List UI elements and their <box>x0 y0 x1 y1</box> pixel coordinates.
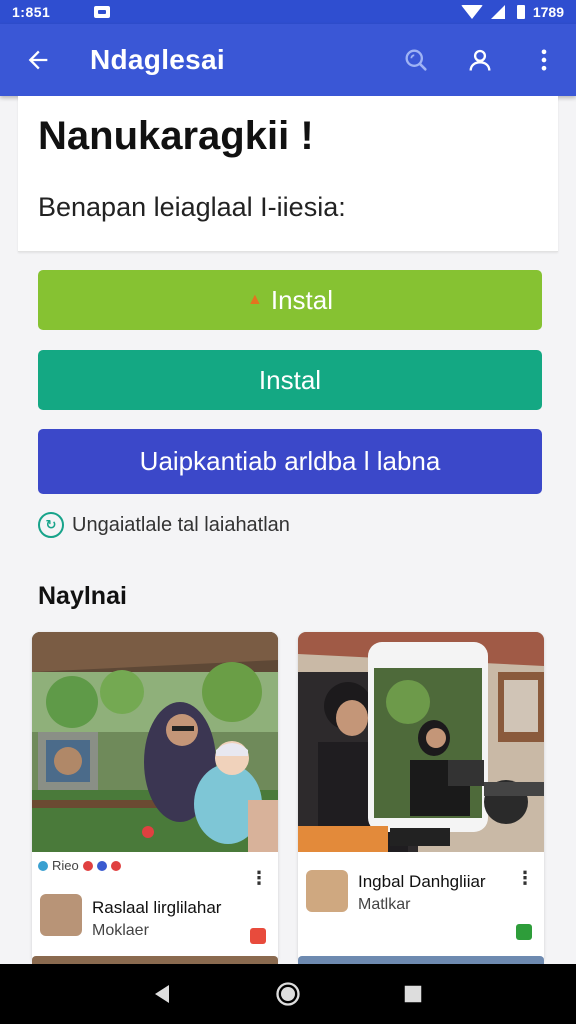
card-app-sub: Matlkar <box>358 896 411 913</box>
account-button[interactable] <box>448 24 512 96</box>
tag-dot-icon <box>96 860 107 871</box>
more-options-button[interactable] <box>512 24 576 96</box>
app-bar-title: Ndaglesai <box>90 44 225 75</box>
section-title: Naylnai <box>38 582 127 610</box>
app-bar: Ndaglesai <box>0 24 576 96</box>
status-right: 1789 <box>460 4 564 20</box>
install-button-secondary-label: Instal <box>258 364 322 395</box>
nav-recents-icon <box>405 985 422 1003</box>
page-subtitle: Benapan leiaglaal I-iiesia: <box>38 192 346 222</box>
install-button-secondary[interactable]: Instal <box>38 350 542 410</box>
card-photo <box>32 632 278 852</box>
status-time: 1:851 <box>12 4 51 20</box>
card-app-name: Raslaal lirglilahar <box>92 898 222 917</box>
account-icon <box>469 49 491 71</box>
info-row: ↻ Ungaiatlale tal laiahatlan <box>38 512 290 538</box>
install-button-primary[interactable]: ▲ Instal <box>38 270 542 330</box>
card-app-sub: Moklaer <box>92 922 149 939</box>
action-button-tertiary-label: Uaipkantiab arldba l labna <box>139 446 441 476</box>
status-right-text: 1789 <box>532 4 564 20</box>
header-card: Nanukaragkii ! Benapan leiaglaal I-iiesi… <box>18 96 558 252</box>
more-vert-icon <box>541 49 547 71</box>
info-text: Ungaiatlale tal laiahatlan <box>72 513 290 536</box>
card-app-name: Ingbal Danhgliiar <box>358 872 486 891</box>
tag-dot-icon <box>82 860 93 871</box>
next-card-peek <box>32 956 278 964</box>
nav-back-icon <box>154 985 169 1003</box>
card-badge-icon <box>250 928 266 944</box>
search-button[interactable] <box>384 24 448 96</box>
download-icon: ▲ <box>247 291 263 308</box>
page-title: Nanukaragkii ! <box>38 114 314 158</box>
card-badge-icon <box>516 924 532 940</box>
search-icon <box>405 49 427 71</box>
action-button-tertiary[interactable]: Uaipkantiab arldba l labna <box>38 429 542 494</box>
app-icon <box>306 870 348 912</box>
wifi-icon <box>460 5 483 19</box>
notification-icon <box>94 6 111 18</box>
back-arrow-icon <box>28 50 48 70</box>
tag-dot-icon <box>38 860 48 871</box>
signal-icon <box>490 5 505 19</box>
refresh-info-icon: ↻ <box>38 512 64 538</box>
tag-dot-icon <box>110 860 121 871</box>
system-nav-bar <box>0 964 576 1024</box>
app-card[interactable]: ⋮ Ingbal Danhgliiar Matlkar <box>298 632 544 964</box>
app-icon <box>40 894 82 936</box>
app-card[interactable]: Rieo ⋮ Raslaal lirglilahar Moklaer <box>32 632 278 964</box>
battery-icon <box>516 5 525 19</box>
card-more-icon[interactable]: ⋮ <box>250 868 268 889</box>
install-button-primary-label: Instal <box>270 284 333 315</box>
status-bar: 1:851 1789 <box>0 0 576 24</box>
nav-home-button[interactable] <box>268 974 308 1014</box>
card-photo <box>298 632 544 852</box>
card-tags: Rieo <box>38 858 121 873</box>
nav-recents-button[interactable] <box>393 974 433 1014</box>
card-more-icon[interactable]: ⋮ <box>516 868 534 889</box>
nav-home-icon <box>276 982 300 1006</box>
next-card-peek <box>298 956 544 964</box>
back-button[interactable] <box>0 24 76 96</box>
card-tag-text: Rieo <box>52 858 79 873</box>
nav-back-button[interactable] <box>143 974 183 1014</box>
app-bar-actions <box>384 24 576 96</box>
